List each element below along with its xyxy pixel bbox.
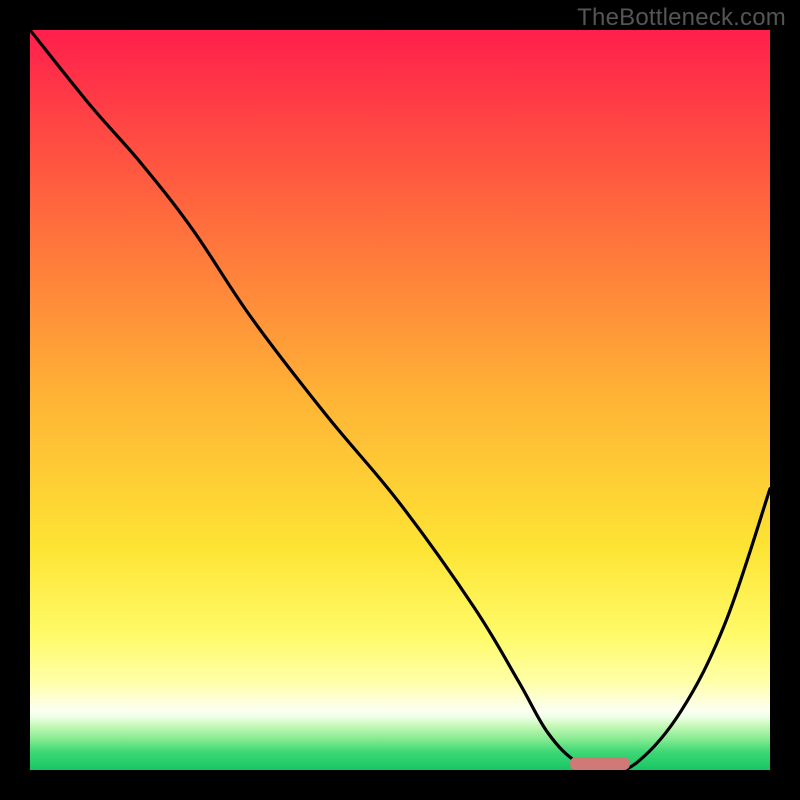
bottleneck-curve	[30, 30, 770, 770]
chart-frame: TheBottleneck.com	[0, 0, 800, 800]
optimum-marker	[570, 757, 630, 770]
watermark-text: TheBottleneck.com	[577, 4, 786, 32]
plot-area	[30, 30, 770, 770]
